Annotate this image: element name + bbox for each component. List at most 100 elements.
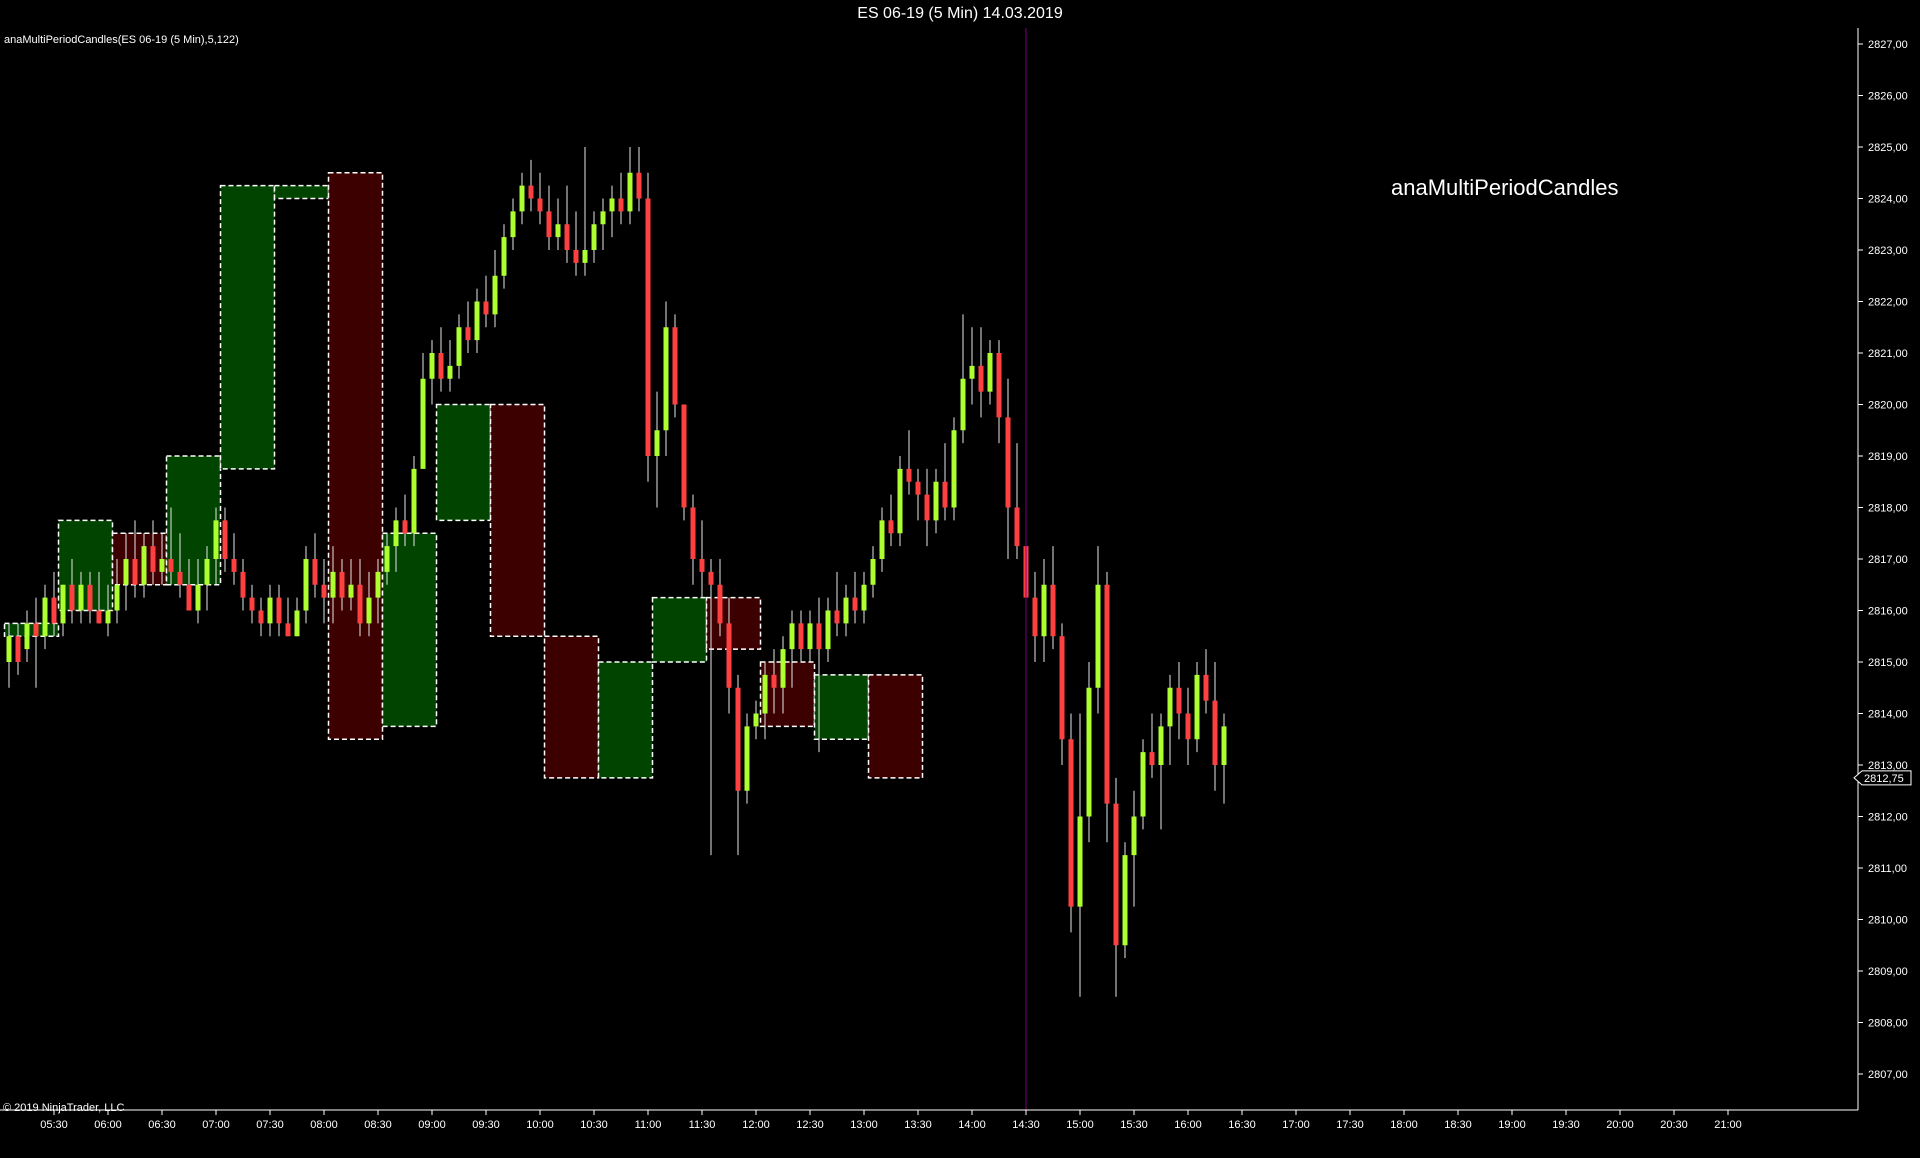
- time-tick-label: 09:00: [418, 1119, 446, 1131]
- down-candle-body: [1032, 597, 1038, 637]
- down-candle-body: [699, 559, 705, 572]
- up-candle-body: [6, 636, 12, 662]
- down-candle-body: [186, 584, 192, 611]
- chart-window-title: ES 06-19 (5 Min) 14.03.2019: [0, 0, 1920, 29]
- up-period-box: [435, 403, 492, 522]
- time-tick-label: 21:00: [1714, 1119, 1742, 1131]
- down-period-box: [543, 635, 600, 779]
- time-tick-label: 17:30: [1336, 1119, 1364, 1131]
- down-candle-body: [402, 520, 408, 534]
- price-tick-label: 2816,00: [1868, 606, 1908, 618]
- up-candle-body: [114, 584, 120, 611]
- down-candle-body: [888, 520, 894, 534]
- price-tick-label: 2808,00: [1868, 1018, 1908, 1030]
- down-candle-body: [1104, 584, 1110, 804]
- price-tick-label: 2822,00: [1868, 297, 1908, 309]
- time-tick-label: 13:30: [904, 1119, 932, 1131]
- up-candle-body: [105, 610, 111, 624]
- down-candle-body: [645, 198, 651, 456]
- price-tick-label: 2820,00: [1868, 400, 1908, 412]
- down-period-box: [759, 661, 816, 728]
- up-candle-body: [861, 584, 867, 611]
- down-candle-body: [564, 224, 570, 250]
- down-candle-body: [438, 353, 444, 379]
- up-candle-body: [753, 713, 759, 727]
- up-candle-body: [366, 597, 372, 624]
- up-candle-body: [294, 610, 300, 637]
- time-tick-label: 05:30: [40, 1119, 68, 1131]
- up-candle-body: [663, 327, 669, 431]
- up-candle-body: [42, 597, 48, 637]
- down-candle-body: [924, 494, 930, 521]
- up-candle-body: [1122, 855, 1128, 946]
- price-tick-label: 2811,00: [1868, 863, 1907, 875]
- down-candle-body: [15, 636, 21, 662]
- down-candle-body: [321, 584, 327, 598]
- down-candle-body: [573, 250, 579, 263]
- down-candle-body: [483, 301, 489, 315]
- down-candle-body: [222, 520, 228, 559]
- up-period-box: [273, 184, 330, 200]
- down-period-box: [111, 532, 168, 586]
- up-candle-body: [474, 301, 480, 341]
- down-candle-body: [798, 623, 804, 650]
- down-candle-body: [285, 623, 291, 637]
- down-candle-body: [465, 327, 471, 341]
- up-period-box: [597, 661, 654, 779]
- time-tick-label: 11:30: [689, 1119, 716, 1131]
- time-tick-label: 15:30: [1120, 1119, 1148, 1131]
- down-candle-body: [258, 610, 264, 624]
- price-tick-label: 2826,00: [1868, 91, 1908, 103]
- up-candle-body: [348, 584, 354, 598]
- up-candle-body: [141, 546, 147, 585]
- time-tick-label: 10:00: [526, 1119, 554, 1131]
- up-candle-body: [744, 726, 750, 791]
- down-candle-body: [168, 559, 174, 572]
- down-candle-body: [132, 559, 138, 585]
- up-candle-body: [807, 623, 813, 650]
- down-candle-body: [1185, 713, 1191, 740]
- up-candle-body: [213, 520, 219, 559]
- price-tick-label: 2814,00: [1868, 709, 1908, 721]
- price-chart[interactable]: 2807,00 2808,00 2809,00 2810,00 2811,00 2812,…: [0, 28, 1920, 1158]
- time-tick-label: 18:30: [1444, 1119, 1472, 1131]
- indicator-watermark: anaMultiPeriodCandles: [1391, 175, 1618, 200]
- up-candle-body: [1167, 687, 1173, 727]
- up-candle-body: [78, 584, 84, 611]
- up-candle-body: [447, 365, 453, 379]
- up-period-box: [651, 596, 708, 663]
- up-candle-body: [60, 584, 66, 624]
- up-candle-body: [825, 610, 831, 650]
- up-candle-body: [591, 224, 597, 250]
- down-candle-body: [1005, 417, 1011, 508]
- current-price-label: 2812,75: [1864, 773, 1904, 785]
- chart-panel[interactable]: 2807,00 2808,00 2809,00 2810,00 2811,00 2812,…: [0, 28, 1920, 1158]
- up-candle-body: [1041, 584, 1047, 637]
- time-tick-label: 18:00: [1390, 1119, 1418, 1131]
- down-candle-body: [1068, 739, 1074, 907]
- up-candle-body: [123, 559, 129, 585]
- down-candle-body: [852, 597, 858, 611]
- time-tick-label: 14:30: [1012, 1119, 1040, 1131]
- down-candle-body: [312, 559, 318, 585]
- down-candle-body: [978, 365, 984, 392]
- down-candle-body: [1014, 507, 1020, 547]
- price-tick-label: 2827,00: [1868, 39, 1908, 51]
- up-candle-body: [1221, 726, 1227, 765]
- up-candle-body: [375, 571, 381, 598]
- copyright-notice: © 2019 NinjaTrader, LLC: [3, 1102, 124, 1114]
- up-candle-body: [600, 211, 606, 225]
- time-tick-label: 15:00: [1066, 1119, 1094, 1131]
- up-period-box: [381, 532, 438, 728]
- down-candle-body: [51, 597, 57, 624]
- up-candle-body: [969, 365, 975, 379]
- up-candle-body: [582, 250, 588, 263]
- up-candle-body: [303, 559, 309, 611]
- up-candle-body: [456, 327, 462, 366]
- down-candle-body: [834, 610, 840, 624]
- up-candle-body: [870, 559, 876, 585]
- down-candle-body: [1113, 803, 1119, 946]
- price-tick-label: 2823,00: [1868, 245, 1908, 257]
- time-tick-label: 16:30: [1228, 1119, 1256, 1131]
- price-tick-label: 2825,00: [1868, 142, 1908, 154]
